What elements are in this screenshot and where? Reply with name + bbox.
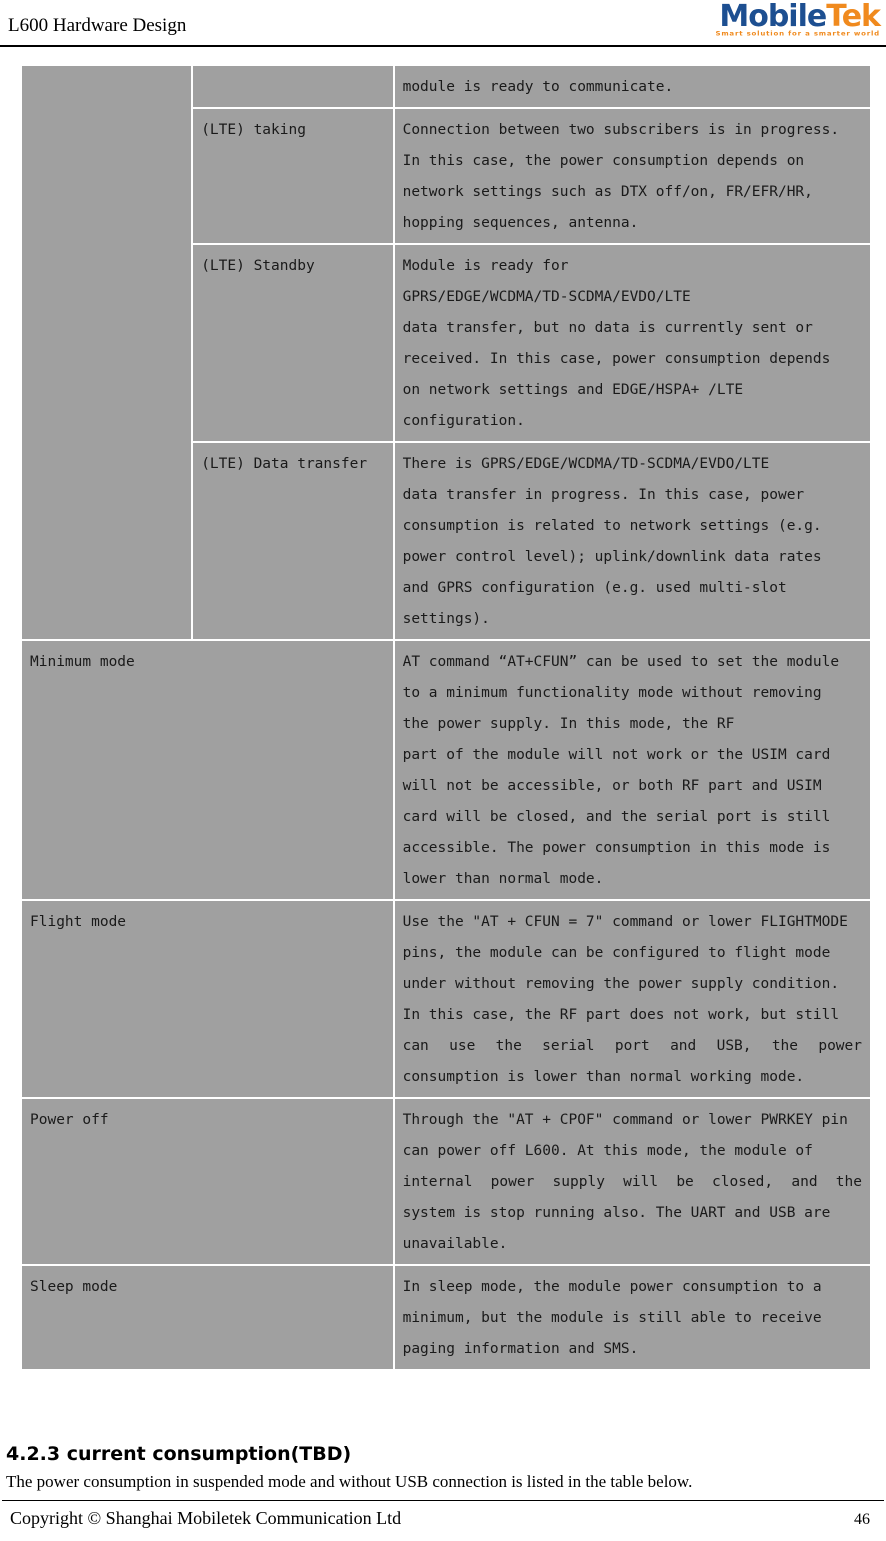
header-divider xyxy=(0,45,886,47)
table-row: module is ready to communicate. xyxy=(22,66,870,639)
description-line: to a minimum functionality mode without … xyxy=(402,685,822,701)
description-cell: Through the "AT + CPOF" command or lower… xyxy=(394,1099,870,1264)
description-line: will not be accessible, or both RF part … xyxy=(402,778,822,794)
description-line: In this case, the RF part does not work,… xyxy=(402,1007,840,1023)
mode-cell: Flight mode xyxy=(22,901,393,1097)
description-line: GPRS/EDGE/WCDMA/TD-SCDMA/EVDO/LTE xyxy=(402,289,691,305)
description-line: In sleep mode, the module power consumpt… xyxy=(402,1279,822,1295)
description-line: accessible. The power consumption in thi… xyxy=(402,840,831,856)
substate-cell: (LTE) Data transfer xyxy=(193,443,393,639)
description-line: consumption is related to network settin… xyxy=(402,518,822,534)
description-cell: module is ready to communicate. xyxy=(394,66,870,107)
description-line: In this case, the power consumption depe… xyxy=(402,153,805,169)
description-line: power control level); uplink/downlink da… xyxy=(402,549,822,565)
description-line: under without removing the power supply … xyxy=(402,976,840,992)
section-paragraph: The power consumption in suspended mode … xyxy=(6,1472,693,1491)
footer-page-number: 46 xyxy=(854,1511,870,1528)
description-line: minimum, but the module is still able to… xyxy=(402,1310,822,1326)
description-line: part of the module will not work or the … xyxy=(402,747,831,763)
description-line: Through the "AT + CPOF" command or lower… xyxy=(402,1112,848,1128)
description-cell: Use the "AT + CFUN = 7" command or lower… xyxy=(394,901,870,1097)
description-line: card will be closed, and the serial port… xyxy=(402,809,831,825)
substate-cell: (LTE) Standby xyxy=(193,245,393,441)
footer-copyright: Copyright © Shanghai Mobiletek Communica… xyxy=(10,1508,402,1528)
description-line: internal power supply will be closed, an… xyxy=(402,1174,862,1190)
mode-cell: Power off xyxy=(22,1099,393,1264)
page-footer: Copyright © Shanghai Mobiletek Communica… xyxy=(0,1504,886,1538)
logo-word-tek: Tek xyxy=(826,0,881,34)
description-cell: In sleep mode, the module power consumpt… xyxy=(394,1266,870,1369)
description-line: module is ready to communicate. xyxy=(402,79,674,95)
description-line: unavailable. xyxy=(402,1236,508,1252)
substate-cell: (LTE) taking xyxy=(193,109,393,243)
description-line: data transfer in progress. In this case,… xyxy=(402,487,805,503)
page-header: L600 Hardware Design MobileTek Smart sol… xyxy=(0,0,886,48)
description-line: lower than normal mode. xyxy=(402,871,604,887)
footer-divider xyxy=(2,1500,884,1501)
description-line: consumption is lower than normal working… xyxy=(402,1069,805,1085)
table-row: Sleep mode In sleep mode, the module pow… xyxy=(22,1266,870,1369)
table-row: Minimum mode AT command “AT+CFUN” can be… xyxy=(22,641,870,899)
substate-cell-blank xyxy=(193,66,393,107)
table-row: Power off Through the "AT + CPOF" comman… xyxy=(22,1099,870,1264)
description-line: AT command “AT+CFUN” can be used to set … xyxy=(402,654,840,670)
operating-modes-table: module is ready to communicate. (LTE) ta… xyxy=(20,64,872,1371)
description-line: configuration. xyxy=(402,413,525,429)
description-line: pins, the module can be configured to fl… xyxy=(402,945,831,961)
description-cell: Module is ready for GPRS/EDGE/WCDMA/TD-S… xyxy=(394,245,870,441)
description-line: can power off L600. At this mode, the mo… xyxy=(402,1143,813,1159)
mode-cell: Minimum mode xyxy=(22,641,393,899)
description-cell: There is GPRS/EDGE/WCDMA/TD-SCDMA/EVDO/L… xyxy=(394,443,870,639)
description-line: Use the "AT + CFUN = 7" command or lower… xyxy=(402,914,848,930)
mode-cell-blank xyxy=(22,66,192,639)
section-heading: 4.2.3 current consumption(TBD) xyxy=(6,1443,352,1465)
description-line: and GPRS configuration (e.g. used multi-… xyxy=(402,580,787,596)
logo-tagline: Smart solution for a smarter world xyxy=(715,30,880,38)
description-line: paging information and SMS. xyxy=(402,1341,639,1357)
description-line: received. In this case, power consumptio… xyxy=(402,351,831,367)
description-line: data transfer, but no data is currently … xyxy=(402,320,813,336)
description-line: network settings such as DTX off/on, FR/… xyxy=(402,184,813,200)
description-line: system is stop running also. The UART an… xyxy=(402,1205,831,1221)
description-cell: Connection between two subscribers is in… xyxy=(394,109,870,243)
description-line: settings). xyxy=(402,611,490,627)
logo-word-mobile: Mobile xyxy=(719,0,827,34)
description-line: There is GPRS/EDGE/WCDMA/TD-SCDMA/EVDO/L… xyxy=(402,456,770,472)
mobiletek-logo: MobileTek Smart solution for a smarter w… xyxy=(665,0,881,44)
document-title: L600 Hardware Design xyxy=(8,15,187,36)
description-line: can use the serial port and USB, the pow… xyxy=(402,1038,862,1054)
mode-cell: Sleep mode xyxy=(22,1266,393,1369)
description-line: on network settings and EDGE/HSPA+ /LTE xyxy=(402,382,744,398)
description-line: the power supply. In this mode, the RF xyxy=(402,716,735,732)
description-line: Module is ready for xyxy=(402,258,569,274)
description-line: Connection between two subscribers is in… xyxy=(402,122,840,138)
logo-wordmark: MobileTek xyxy=(665,0,881,34)
description-cell: AT command “AT+CFUN” can be used to set … xyxy=(394,641,870,899)
table-row: Flight mode Use the "AT + CFUN = 7" comm… xyxy=(22,901,870,1097)
description-line: hopping sequences, antenna. xyxy=(402,215,639,231)
